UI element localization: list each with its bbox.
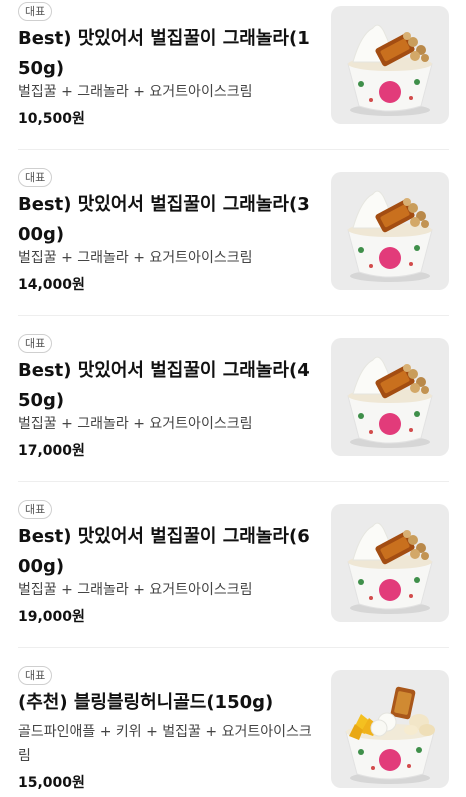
granola-bowl-image: [347, 356, 433, 448]
menu-item[interactable]: 대표 Best) 맛있어서 벌집꿀이 그래놀라(150g) 벌집꿀 + 그래놀라…: [0, 0, 466, 150]
menu-item-photo[interactable]: [331, 172, 449, 290]
menu-item-description: 벌집꿀 + 그래놀라 + 요거트아이스크림: [18, 250, 253, 266]
menu-item-description: 골드파인애플 + 키위 + 벌집꿀 + 요거트아이스크림: [18, 724, 312, 764]
menu-item-photo[interactable]: [331, 6, 449, 124]
menu-item[interactable]: 대표 (추천) 블링블링허니골드(150g) 골드파인애플 + 키위 + 벌집꿀…: [0, 664, 466, 797]
divider: [18, 647, 449, 648]
menu-item[interactable]: 대표 Best) 맛있어서 벌집꿀이 그래놀라(450g) 벌집꿀 + 그래놀라…: [0, 332, 466, 482]
fruit-bowl-image: [345, 686, 435, 784]
menu-item-price: 19,000원: [18, 609, 85, 625]
representative-badge: 대표: [18, 168, 53, 187]
menu-item-name: Best) 맛있어서 벌집꿀이 그래놀라(600g): [18, 526, 310, 577]
recommended-badge: 대표: [18, 666, 53, 685]
granola-bowl-image: [347, 522, 433, 614]
menu-item-name: Best) 맛있어서 벌집꿀이 그래놀라(450g): [18, 360, 310, 411]
divider: [18, 481, 449, 482]
granola-bowl-image: [347, 190, 433, 282]
menu-list: 대표 Best) 맛있어서 벌집꿀이 그래놀라(150g) 벌집꿀 + 그래놀라…: [0, 0, 466, 797]
divider: [18, 149, 449, 150]
menu-item-name: (추천) 블링블링허니골드(150g): [18, 692, 274, 713]
representative-badge: 대표: [18, 2, 53, 21]
menu-item-description: 벌집꿀 + 그래놀라 + 요거트아이스크림: [18, 582, 253, 598]
menu-item-price: 10,500원: [18, 111, 85, 127]
menu-item-photo[interactable]: [331, 338, 449, 456]
menu-item-description: 벌집꿀 + 그래놀라 + 요거트아이스크림: [18, 416, 253, 432]
menu-item-price: 14,000원: [18, 277, 85, 293]
granola-bowl-image: [347, 24, 433, 116]
menu-item[interactable]: 대표 Best) 맛있어서 벌집꿀이 그래놀라(600g) 벌집꿀 + 그래놀라…: [0, 498, 466, 648]
divider: [18, 315, 449, 316]
menu-item-price: 17,000원: [18, 443, 85, 459]
menu-item-description: 벌집꿀 + 그래놀라 + 요거트아이스크림: [18, 84, 253, 100]
representative-badge: 대표: [18, 500, 53, 519]
menu-item[interactable]: 대표 Best) 맛있어서 벌집꿀이 그래놀라(300g) 벌집꿀 + 그래놀라…: [0, 166, 466, 316]
menu-item-name: Best) 맛있어서 벌집꿀이 그래놀라(300g): [18, 194, 310, 245]
representative-badge: 대표: [18, 334, 53, 353]
menu-item-photo[interactable]: [331, 670, 449, 788]
menu-item-price: 15,000원: [18, 775, 85, 791]
menu-item-name: Best) 맛있어서 벌집꿀이 그래놀라(150g): [18, 28, 310, 79]
menu-item-photo[interactable]: [331, 504, 449, 622]
